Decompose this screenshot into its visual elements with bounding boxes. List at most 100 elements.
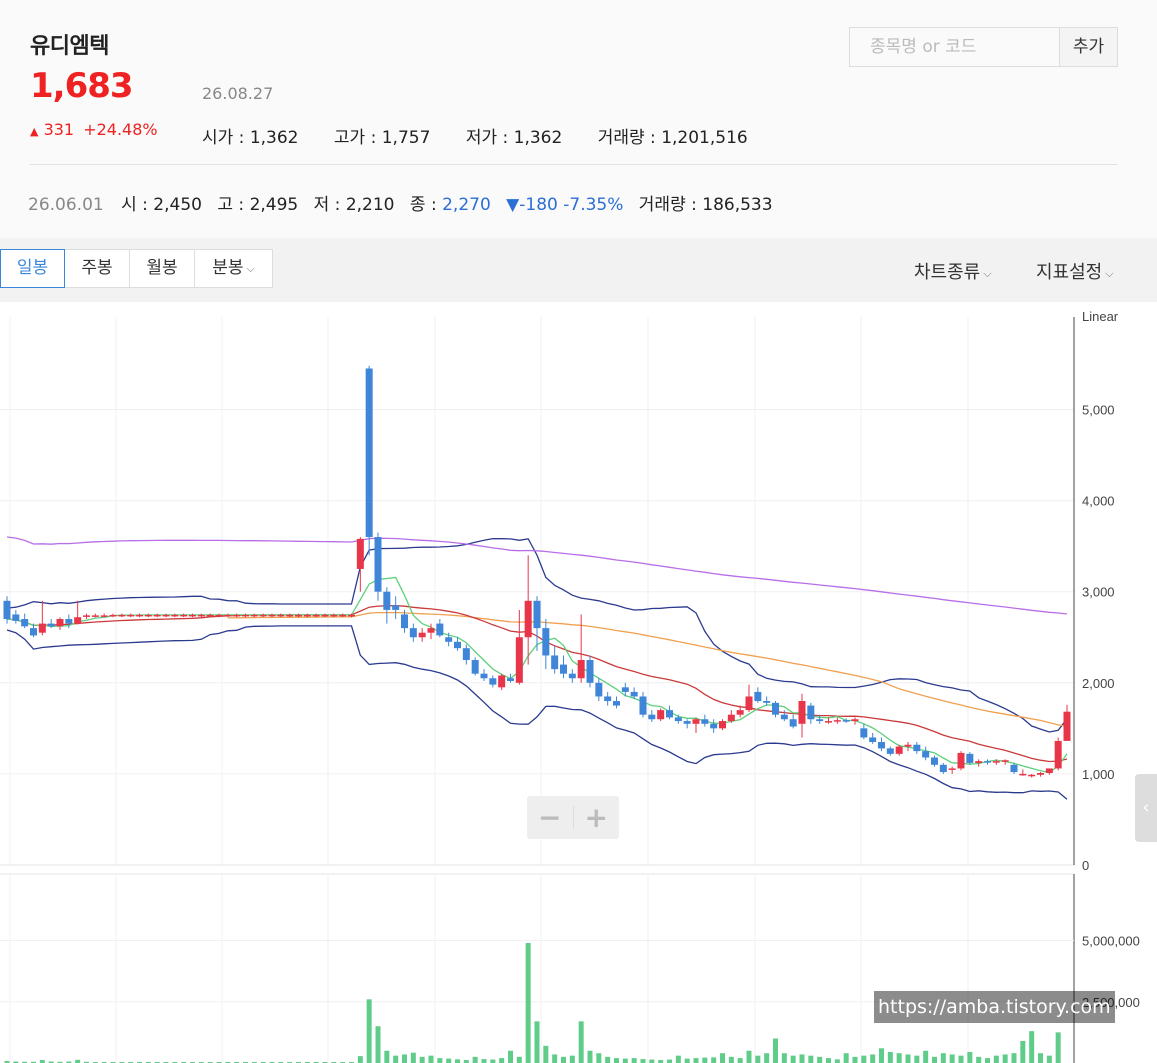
volume-bar [958, 1055, 964, 1063]
volume-bar [675, 1055, 681, 1063]
candle-body [498, 675, 506, 688]
candle-body [613, 701, 620, 706]
zoom-in-button[interactable]: + [574, 796, 620, 839]
volume-bar [720, 1053, 725, 1063]
chart-canvas[interactable]: Linear01,0002,0003,0004,0005,0002,500,00… [0, 302, 1157, 1063]
candle-body [1063, 711, 1071, 741]
volume-bar [985, 1058, 990, 1063]
stock-search: 종목명 or 코드 추가 [849, 27, 1118, 67]
candle-body [233, 614, 241, 617]
tab-weekly[interactable]: 주봉 [65, 249, 130, 288]
candle-body [515, 637, 523, 683]
candle-body [339, 614, 347, 617]
volume-bar [693, 1058, 699, 1063]
chart-type-menu[interactable]: 차트종류 ⌵ [914, 258, 992, 284]
side-panel-toggle[interactable]: ‹ [1135, 774, 1157, 842]
candle-body [975, 761, 983, 763]
candle-body [542, 628, 550, 656]
bollinger-lower-line [6, 625, 1068, 800]
volume-bar [446, 1058, 452, 1063]
candle-body [65, 619, 73, 624]
volume-bar [790, 1055, 796, 1063]
candle-body [851, 719, 859, 722]
candle-body [197, 614, 205, 617]
candle-body [38, 623, 46, 633]
candle-body [189, 614, 196, 617]
volume-bar [543, 1045, 549, 1063]
candle-body [551, 655, 559, 670]
candle-body [383, 591, 391, 610]
volume-bar [949, 1054, 955, 1063]
up-arrow-icon: ▲ [30, 125, 39, 138]
candle-body [480, 673, 488, 679]
candle-body [303, 614, 311, 617]
candle-body [621, 687, 629, 692]
candle-body [74, 617, 82, 624]
candle-body [144, 614, 152, 617]
candle-body [330, 614, 338, 617]
candle-body [630, 691, 638, 697]
candle-body [127, 614, 135, 617]
candle-body [180, 614, 188, 617]
volume-bar [410, 1052, 416, 1063]
candle-body [913, 744, 921, 752]
candle-body [100, 615, 108, 617]
candle-body [789, 719, 797, 727]
candle-body [798, 701, 806, 724]
candle-body [295, 614, 302, 617]
candle-body [224, 614, 232, 617]
candle-body [91, 615, 99, 617]
volume-bar [587, 1050, 593, 1063]
candle-body [710, 723, 718, 729]
candle-body [692, 719, 700, 724]
volume-bar [534, 1021, 540, 1063]
candle-body [507, 678, 514, 681]
tab-daily[interactable]: 일봉 [0, 249, 65, 288]
candle-body [878, 742, 885, 749]
chevron-down-icon: ⌵ [983, 267, 992, 280]
zoom-out-button[interactable]: − [527, 796, 573, 839]
candle-body [471, 660, 479, 674]
candle-body [648, 714, 656, 720]
volume-bar [914, 1055, 920, 1063]
stock-chart[interactable]: Linear 0 1,000 2,000 3,000 4,000 5,000 2,500,00… [0, 302, 1157, 1063]
volume-bar [781, 1053, 787, 1063]
volume-bar [375, 1026, 381, 1063]
candle-body [922, 751, 930, 758]
candle-body [3, 600, 11, 620]
volume-bar [932, 1056, 937, 1063]
volume-bar [631, 1058, 637, 1063]
indicator-settings-menu[interactable]: 지표설정 ⌵ [1036, 258, 1114, 284]
volume-bar [764, 1053, 770, 1063]
add-button[interactable]: 추가 [1060, 28, 1117, 66]
volume-bar [419, 1056, 425, 1063]
scale-label: Linear [1082, 309, 1119, 324]
hover-close: 종 : 2,270 [409, 195, 491, 215]
volume-bar [870, 1054, 876, 1063]
tab-monthly[interactable]: 월봉 [130, 249, 195, 288]
volume-bar [357, 1056, 363, 1063]
period-tabs: 일봉 주봉 월봉 분봉 ⌵ [0, 249, 273, 288]
candle-body [674, 717, 682, 722]
candle-body [259, 614, 267, 617]
watermark: https://amba.tistory.com [874, 991, 1115, 1023]
tab-minute[interactable]: 분봉 ⌵ [195, 249, 273, 288]
candle-body [780, 714, 788, 720]
candle-body [1001, 760, 1009, 762]
volume-bar [605, 1056, 611, 1063]
candle-body [842, 720, 850, 722]
volume-bar [561, 1056, 566, 1063]
price-tick-label: 0 [1082, 858, 1089, 873]
hover-date: 26.06.01 [28, 195, 104, 215]
candle-body [568, 673, 576, 679]
search-input[interactable]: 종목명 or 코드 [850, 28, 1060, 66]
price-tick-label: 3,000 [1082, 585, 1115, 600]
current-price: 1,683 [30, 66, 134, 106]
hover-open: 시 : 2,450 [121, 195, 202, 215]
volume-bar [455, 1059, 460, 1063]
volume-bar [614, 1058, 619, 1063]
change-pct: +24.48% [83, 120, 158, 139]
candle-body [277, 614, 285, 617]
volume-bar [640, 1059, 646, 1063]
hover-low: 저 : 2,210 [313, 195, 395, 215]
